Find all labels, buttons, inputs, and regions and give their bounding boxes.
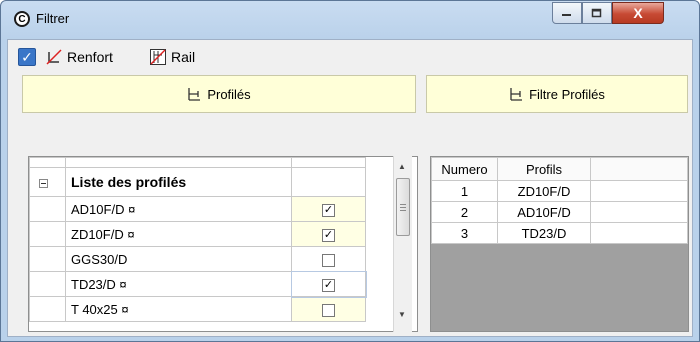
table-row[interactable]: 1 ZD10F/D [431, 180, 688, 202]
profiles-header[interactable]: Profilés [22, 75, 416, 113]
filtrer-window: C Filtrer X ✓ Renfort Rail Profilés Filt… [0, 0, 700, 342]
profile-checkbox[interactable]: ✓ [322, 203, 335, 217]
row-number: 1 [431, 180, 498, 202]
column-header-numero[interactable]: Numero [431, 157, 498, 181]
window-title: Filtrer [36, 11, 70, 26]
renfort-crossed-icon [46, 49, 62, 65]
profile-name: ZD10F/D ¤ [65, 221, 292, 247]
renfort-toggle[interactable]: Renfort [46, 47, 113, 67]
scroll-thumb[interactable] [396, 178, 410, 236]
table-row[interactable]: T 40x25 ¤ [29, 296, 366, 322]
row-number: 3 [431, 222, 498, 244]
profile-icon [188, 88, 201, 101]
toolbar: ✓ Renfort Rail [8, 40, 692, 76]
minimize-icon [562, 14, 571, 16]
maximize-button[interactable] [582, 2, 612, 24]
profile-name: AD10F/D ¤ [65, 196, 292, 222]
group-row[interactable]: Liste des profilés [29, 167, 366, 197]
scroll-down-icon[interactable]: ▼ [398, 310, 406, 319]
filter-grid-header: Numero Profils [431, 157, 688, 181]
row-profile: AD10F/D [497, 201, 591, 223]
grid-header-row [29, 157, 366, 168]
master-checkbox[interactable]: ✓ [18, 48, 36, 66]
scroll-up-icon[interactable]: ▲ [398, 162, 406, 171]
profiles-scrollbar[interactable]: ▲ ▼ [393, 156, 412, 332]
profile-name: TD23/D ¤ [65, 271, 292, 297]
maximize-icon [591, 8, 602, 18]
table-row[interactable]: 2 AD10F/D [431, 201, 688, 223]
filter-profiles-header-label: Filtre Profilés [529, 86, 605, 102]
profile-checkbox[interactable] [322, 303, 335, 317]
table-row[interactable]: AD10F/D ¤ ✓ [29, 196, 366, 222]
profile-icon [510, 88, 523, 101]
collapse-icon[interactable] [39, 178, 48, 188]
column-header-profils[interactable]: Profils [497, 157, 591, 181]
table-row[interactable]: GGS30/D [29, 246, 366, 272]
rail-icon [150, 49, 166, 65]
rail-toggle[interactable]: Rail [150, 47, 195, 67]
profile-name: T 40x25 ¤ [65, 296, 292, 322]
profile-checkbox[interactable] [322, 253, 335, 267]
row-profile: ZD10F/D [497, 180, 591, 202]
filter-grid: Numero Profils 1 ZD10F/D 2 AD10F/D 3 TD2… [430, 156, 689, 332]
profile-checkbox[interactable]: ✓ [322, 228, 335, 242]
renfort-label: Renfort [67, 49, 113, 65]
profile-name: GGS30/D [65, 246, 292, 272]
filter-profiles-header[interactable]: Filtre Profilés [426, 75, 688, 113]
profiles-grid: Liste des profilés AD10F/D ¤ ✓ ZD10F/D ¤… [28, 156, 418, 332]
title-bar[interactable]: C Filtrer X [1, 1, 699, 37]
profile-checkbox[interactable]: ✓ [322, 278, 335, 292]
row-profile: TD23/D [497, 222, 591, 244]
row-number: 2 [431, 201, 498, 223]
table-row[interactable]: ZD10F/D ¤ ✓ [29, 221, 366, 247]
group-label: Liste des profilés [65, 167, 292, 197]
table-row[interactable]: TD23/D ¤ ✓ [29, 270, 367, 298]
profiles-header-label: Profilés [207, 86, 251, 102]
table-row[interactable]: 3 TD23/D [431, 222, 688, 244]
app-icon[interactable]: C [14, 11, 30, 27]
close-icon: X [633, 5, 643, 21]
minimize-button[interactable] [552, 2, 582, 24]
close-button[interactable]: X [612, 2, 664, 24]
rail-label: Rail [171, 49, 196, 65]
